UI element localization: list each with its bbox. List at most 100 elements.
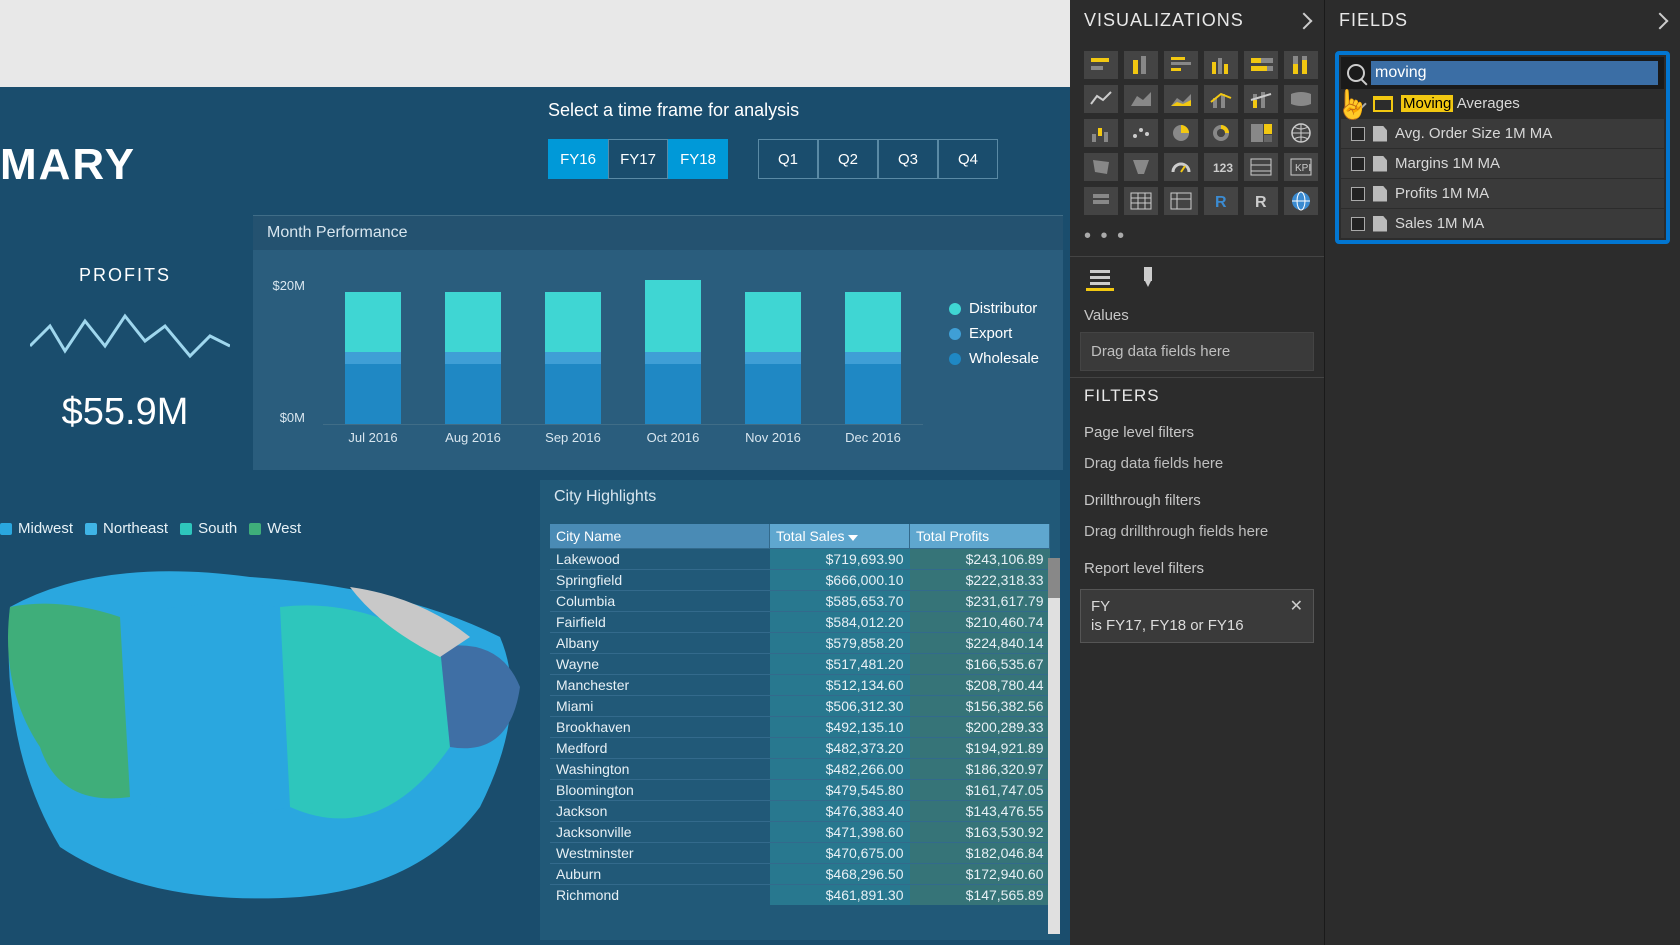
map-legend-south[interactable]: South <box>180 520 237 537</box>
bar-oct-2016[interactable] <box>645 280 701 424</box>
city-highlights-card[interactable]: City Highlights City NameTotal SalesTota… <box>540 480 1060 940</box>
viz-globe[interactable] <box>1284 187 1318 215</box>
legend-item-distributor[interactable]: Distributor <box>949 300 1039 317</box>
viz-donut[interactable] <box>1204 119 1238 147</box>
checkbox[interactable] <box>1351 157 1365 171</box>
viz-ribbon[interactable] <box>1284 85 1318 113</box>
drillthrough-dropzone[interactable]: Drag drillthrough fields here <box>1080 517 1314 546</box>
viz-table[interactable] <box>1124 187 1158 215</box>
col-city-name[interactable]: City Name <box>550 524 770 549</box>
slicer-fy-fy16[interactable]: FY16 <box>548 139 608 179</box>
slicer-q-q4[interactable]: Q4 <box>938 139 998 179</box>
table-row[interactable]: Brookhaven$492,135.10$200,289.33 <box>550 717 1050 738</box>
slicer-fy-fy18[interactable]: FY18 <box>668 139 728 179</box>
viz-pie[interactable] <box>1164 119 1198 147</box>
viz-stacked-bar-h[interactable] <box>1084 51 1118 79</box>
slicer-q-q3[interactable]: Q3 <box>878 139 938 179</box>
checkbox[interactable] <box>1351 187 1365 201</box>
field-margins-1m-ma[interactable]: Margins 1M MA <box>1341 148 1664 178</box>
legend-item-export[interactable]: Export <box>949 325 1039 342</box>
table-row[interactable]: Columbia$585,653.70$231,617.79 <box>550 591 1050 612</box>
viz-funnel[interactable] <box>1124 153 1158 181</box>
format-tab[interactable] <box>1134 263 1162 291</box>
field-table-moving-averages[interactable]: Moving Averages <box>1353 89 1664 118</box>
viz-r-visual[interactable]: R <box>1204 187 1238 215</box>
bar-nov-2016[interactable] <box>745 292 801 424</box>
table-row[interactable]: Fairfield$584,012.20$210,460.74 <box>550 612 1050 633</box>
table-row[interactable]: Albany$579,858.20$224,840.14 <box>550 633 1050 654</box>
scrollbar[interactable] <box>1048 558 1060 934</box>
chevron-right-icon[interactable] <box>1296 12 1313 29</box>
checkbox[interactable] <box>1351 127 1365 141</box>
viz-line[interactable] <box>1084 85 1118 113</box>
table-row[interactable]: Westminster$470,675.00$182,046.84 <box>550 843 1050 864</box>
field-avg-order-size-1m-ma[interactable]: Avg. Order Size 1M MA <box>1341 118 1664 148</box>
fields-pane-header[interactable]: FIELDS <box>1325 0 1680 41</box>
table-row[interactable]: Jackson$476,383.40$143,476.55 <box>550 801 1050 822</box>
viz-slicer[interactable] <box>1084 187 1118 215</box>
table-row[interactable]: Auburn$468,296.50$172,940.60 <box>550 864 1050 885</box>
bar-sep-2016[interactable] <box>545 292 601 424</box>
remove-filter-button[interactable]: ✕ <box>1290 596 1303 616</box>
viz-multi-card[interactable] <box>1244 153 1278 181</box>
city-table[interactable]: City NameTotal SalesTotal Profits Lakewo… <box>550 524 1050 905</box>
viz-line-column-stacked[interactable] <box>1244 85 1278 113</box>
table-row[interactable]: Medford$482,373.20$194,921.89 <box>550 738 1050 759</box>
viz-line-column[interactable] <box>1204 85 1238 113</box>
table-row[interactable]: Wayne$517,481.20$166,535.67 <box>550 654 1050 675</box>
map-legend-west[interactable]: West <box>249 520 301 537</box>
bar-aug-2016[interactable] <box>445 292 501 424</box>
month-performance-card[interactable]: Month Performance $20M $0M Jul 2016Aug 2… <box>253 215 1063 470</box>
slicer-fy-fy17[interactable]: FY17 <box>608 139 668 179</box>
chevron-right-icon[interactable] <box>1652 12 1669 29</box>
viz-clustered-bar-h[interactable] <box>1164 51 1198 79</box>
viz-clustered-bar-v[interactable] <box>1204 51 1238 79</box>
viz-r-script[interactable]: R <box>1244 187 1278 215</box>
viz-pane-header[interactable]: VISUALIZATIONS <box>1070 0 1324 41</box>
table-row[interactable]: Bloomington$479,545.80$161,747.05 <box>550 780 1050 801</box>
bar-dec-2016[interactable] <box>845 292 901 424</box>
viz-more-button[interactable]: • • • <box>1070 225 1324 256</box>
map-legend-midwest[interactable]: Midwest <box>0 520 73 537</box>
viz-card[interactable]: 123 <box>1204 153 1238 181</box>
scrollbar-thumb[interactable] <box>1048 558 1060 598</box>
viz-waterfall[interactable] <box>1084 119 1118 147</box>
fields-search-input[interactable] <box>1371 61 1658 85</box>
table-row[interactable]: Richmond$461,891.30$147,565.89 <box>550 885 1050 906</box>
table-row[interactable]: Jacksonville$471,398.60$163,530.92 <box>550 822 1050 843</box>
fields-well-tab[interactable] <box>1086 263 1114 291</box>
col-total-sales[interactable]: Total Sales <box>770 524 910 549</box>
viz-stacked-area[interactable] <box>1164 85 1198 113</box>
viz-area[interactable] <box>1124 85 1158 113</box>
col-total-profits[interactable]: Total Profits <box>910 524 1050 549</box>
table-row[interactable]: Springfield$666,000.10$222,318.33 <box>550 570 1050 591</box>
legend-item-wholesale[interactable]: Wholesale <box>949 350 1039 367</box>
viz-100pct-bar-h[interactable] <box>1244 51 1278 79</box>
bar-jul-2016[interactable] <box>345 292 401 424</box>
viz-filled-map[interactable] <box>1084 153 1118 181</box>
slicer-q-q2[interactable]: Q2 <box>818 139 878 179</box>
viz-stacked-bar-v[interactable] <box>1124 51 1158 79</box>
viz-treemap[interactable] <box>1244 119 1278 147</box>
checkbox[interactable] <box>1351 217 1365 231</box>
map-legend-northeast[interactable]: Northeast <box>85 520 168 537</box>
profits-card[interactable]: PROFITS $55.9M <box>0 230 250 470</box>
map-card[interactable]: Midwest Northeast South West <box>0 480 535 940</box>
report-filter-fy[interactable]: ✕ FY is FY17, FY18 or FY16 <box>1080 589 1314 643</box>
field-profits-1m-ma[interactable]: Profits 1M MA <box>1341 178 1664 208</box>
viz-100pct-bar-v[interactable] <box>1284 51 1318 79</box>
viz-matrix[interactable] <box>1164 187 1198 215</box>
viz-gauge[interactable] <box>1164 153 1198 181</box>
table-row[interactable]: Lakewood$719,693.90$243,106.89 <box>550 549 1050 570</box>
slicer-q-q1[interactable]: Q1 <box>758 139 818 179</box>
viz-scatter[interactable] <box>1124 119 1158 147</box>
table-row[interactable]: Washington$482,266.00$186,320.97 <box>550 759 1050 780</box>
page-filters-dropzone[interactable]: Drag data fields here <box>1080 449 1314 478</box>
field-sales-1m-ma[interactable]: Sales 1M MA <box>1341 208 1664 238</box>
values-dropzone[interactable]: Drag data fields here <box>1080 332 1314 371</box>
table-row[interactable]: Miami$506,312.30$156,382.56 <box>550 696 1050 717</box>
fields-search[interactable] <box>1341 57 1664 89</box>
viz-map[interactable] <box>1284 119 1318 147</box>
table-row[interactable]: Manchester$512,134.60$208,780.44 <box>550 675 1050 696</box>
viz-kpi[interactable]: KPI <box>1284 153 1318 181</box>
